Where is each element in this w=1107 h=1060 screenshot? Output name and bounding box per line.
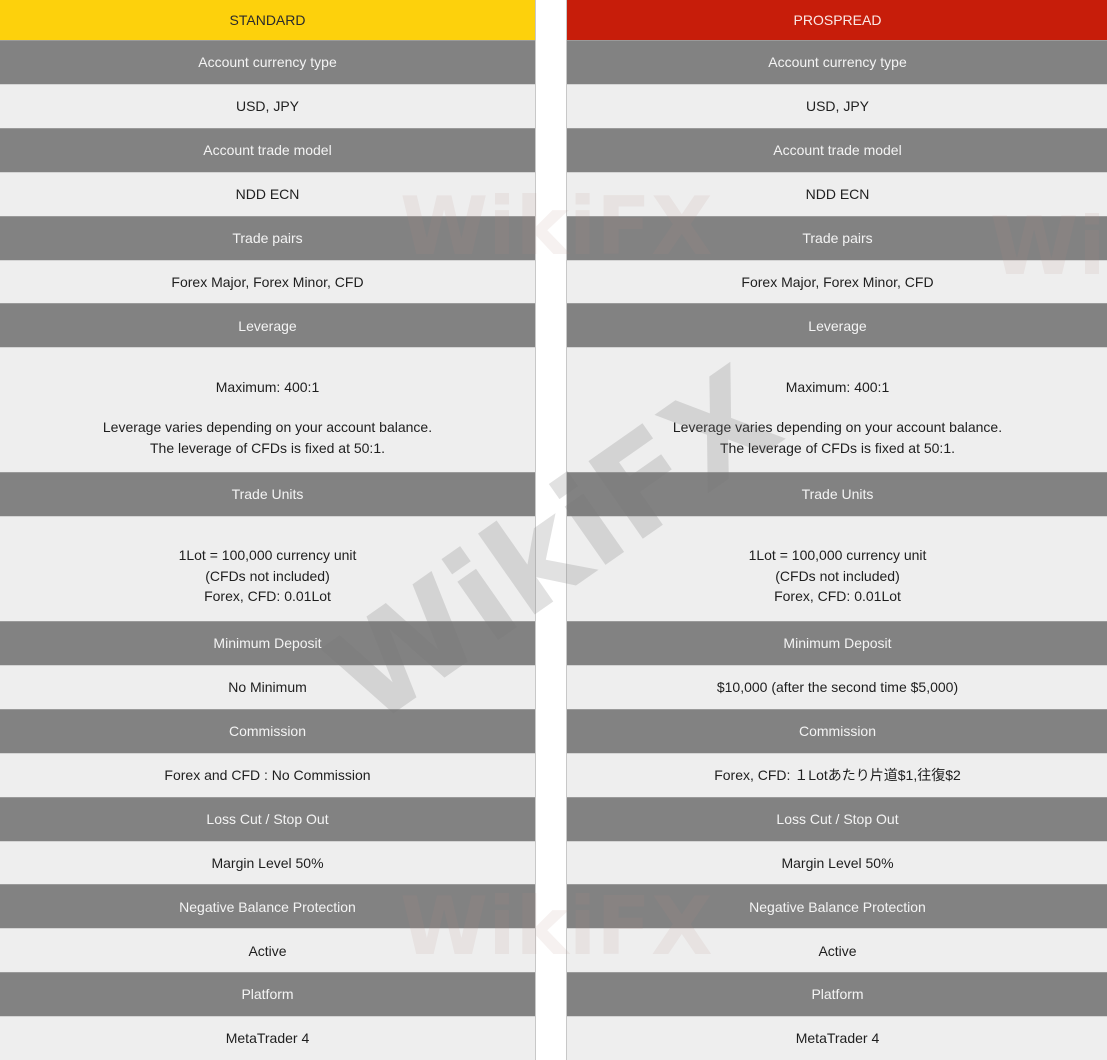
row-value: MetaTrader 4 — [567, 1016, 1107, 1060]
row-label: Account trade model — [0, 127, 535, 172]
column-title-prospread: PROSPREAD — [567, 0, 1107, 40]
value-line: Forex, CFD: 0.01Lot — [774, 588, 901, 605]
value-line: The leverage of CFDs is fixed at 50:1. — [150, 439, 385, 456]
row-value: Forex Major, Forex Minor, CFD — [567, 259, 1107, 304]
row-value: USD, JPY — [567, 83, 1107, 128]
row-label: Account currency type — [0, 39, 535, 84]
row-label: Trade pairs — [0, 215, 535, 260]
row-label: Leverage — [0, 303, 535, 348]
row-value: Maximum: 400:1 Leverage varies depending… — [0, 347, 535, 473]
row-label: Loss Cut / Stop Out — [567, 796, 1107, 841]
column-title-standard: STANDARD — [0, 0, 535, 40]
value-line: 1Lot = 100,000 currency unit — [178, 547, 357, 564]
row-label: Leverage — [567, 303, 1107, 348]
row-value: MetaTrader 4 — [0, 1016, 535, 1060]
row-label: Trade Units — [567, 472, 1107, 517]
row-value: Forex, CFD: １Lotあたり片道$1,往復$2 — [567, 752, 1107, 797]
standard-account-column: STANDARD Account currency type USD, JPY … — [0, 0, 536, 1060]
row-label: Negative Balance Protection — [0, 884, 535, 929]
prospread-account-column: PROSPREAD Account currency type USD, JPY… — [566, 0, 1107, 1060]
value-line: (CFDs not included) — [205, 567, 330, 584]
value-line: Leverage varies depending on your accoun… — [102, 419, 433, 436]
row-value: Margin Level 50% — [0, 840, 535, 885]
value-line: Leverage varies depending on your accoun… — [672, 419, 1003, 436]
row-value: Active — [567, 928, 1107, 973]
row-value: NDD ECN — [567, 171, 1107, 216]
row-value: 1Lot = 100,000 currency unit (CFDs not i… — [567, 516, 1107, 621]
row-value: 1Lot = 100,000 currency unit (CFDs not i… — [0, 516, 535, 621]
value-line: Forex, CFD: 0.01Lot — [204, 588, 331, 605]
row-label: Negative Balance Protection — [567, 884, 1107, 929]
row-label: Commission — [0, 708, 535, 753]
row-label: Minimum Deposit — [567, 620, 1107, 665]
row-value: NDD ECN — [0, 171, 535, 216]
row-value: $10,000 (after the second time $5,000) — [567, 664, 1107, 709]
row-value: Forex and CFD : No Commission — [0, 752, 535, 797]
row-value: No Minimum — [0, 664, 535, 709]
value-line: Maximum: 400:1 — [785, 378, 890, 395]
row-label: Platform — [567, 972, 1107, 1017]
row-label: Account trade model — [567, 127, 1107, 172]
row-label: Trade Units — [0, 472, 535, 517]
value-line: The leverage of CFDs is fixed at 50:1. — [720, 439, 955, 456]
row-label: Platform — [0, 972, 535, 1017]
row-label: Minimum Deposit — [0, 620, 535, 665]
row-label: Loss Cut / Stop Out — [0, 796, 535, 841]
row-label: Account currency type — [567, 39, 1107, 84]
row-label: Commission — [567, 708, 1107, 753]
row-label: Trade pairs — [567, 215, 1107, 260]
value-line: Maximum: 400:1 — [215, 378, 320, 395]
row-value: Margin Level 50% — [567, 840, 1107, 885]
value-line: 1Lot = 100,000 currency unit — [748, 547, 927, 564]
row-value: USD, JPY — [0, 83, 535, 128]
row-value: Maximum: 400:1 Leverage varies depending… — [567, 347, 1107, 473]
row-value: Active — [0, 928, 535, 973]
value-line: (CFDs not included) — [775, 567, 900, 584]
row-value: Forex Major, Forex Minor, CFD — [0, 259, 535, 304]
